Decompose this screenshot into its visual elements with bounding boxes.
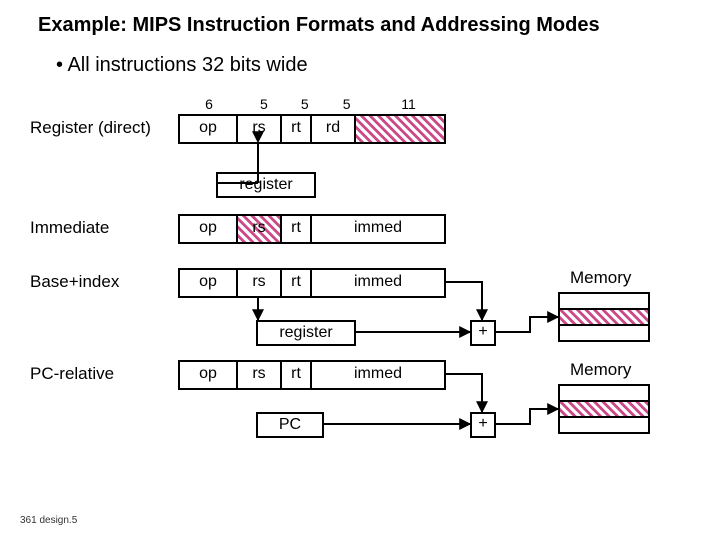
field-rt: rt <box>282 362 312 388</box>
bit-5a: 5 <box>242 96 286 112</box>
bit-5b: 5 <box>290 96 320 112</box>
bit-11: 11 <box>374 96 444 112</box>
field-op: op <box>180 116 238 142</box>
mode-base-index: Base+index <box>30 272 119 292</box>
memory-target-word-1 <box>560 310 648 326</box>
field-rt: rt <box>282 116 312 142</box>
field-rd: rd <box>312 116 356 142</box>
field-rs: rs <box>238 362 282 388</box>
mode-register-direct: Register (direct) <box>30 118 151 138</box>
memory-target-word-2 <box>560 402 648 418</box>
slide-title: Example: MIPS Instruction Formats and Ad… <box>38 14 600 37</box>
field-rs: rs <box>238 216 282 242</box>
field-rt: rt <box>282 270 312 296</box>
field-immed: immed <box>312 216 444 242</box>
field-op: op <box>180 216 238 242</box>
field-rs: rs <box>238 116 282 142</box>
bit-6: 6 <box>180 96 238 112</box>
memory-label-1: Memory <box>570 268 631 288</box>
field-rs: rs <box>238 270 282 296</box>
mode-pc-relative: PC-relative <box>30 364 114 384</box>
field-unused <box>356 116 444 142</box>
bit-width-row: 6 5 5 5 11 <box>180 96 444 112</box>
field-immed: immed <box>312 362 444 388</box>
instr-pc-relative: op rs rt immed <box>178 360 446 390</box>
bit-5c: 5 <box>324 96 370 112</box>
slide-footer: 361 design.5 <box>20 515 77 526</box>
mode-immediate: Immediate <box>30 218 109 238</box>
memory-label-2: Memory <box>570 360 631 380</box>
field-op: op <box>180 362 238 388</box>
instr-base-index: op rs rt immed <box>178 268 446 298</box>
bullet-line: • All instructions 32 bits wide <box>56 54 308 77</box>
register-box-2: register <box>256 320 356 346</box>
field-rt: rt <box>282 216 312 242</box>
pc-box: PC <box>256 412 324 438</box>
memory-box-2 <box>558 384 650 434</box>
adder-2: + <box>470 412 496 438</box>
field-immed: immed <box>312 270 444 296</box>
instr-immediate: op rs rt immed <box>178 214 446 244</box>
register-box-1: register <box>216 172 316 198</box>
instr-register-direct: op rs rt rd <box>178 114 446 144</box>
memory-box-1 <box>558 292 650 342</box>
adder-1: + <box>470 320 496 346</box>
field-op: op <box>180 270 238 296</box>
